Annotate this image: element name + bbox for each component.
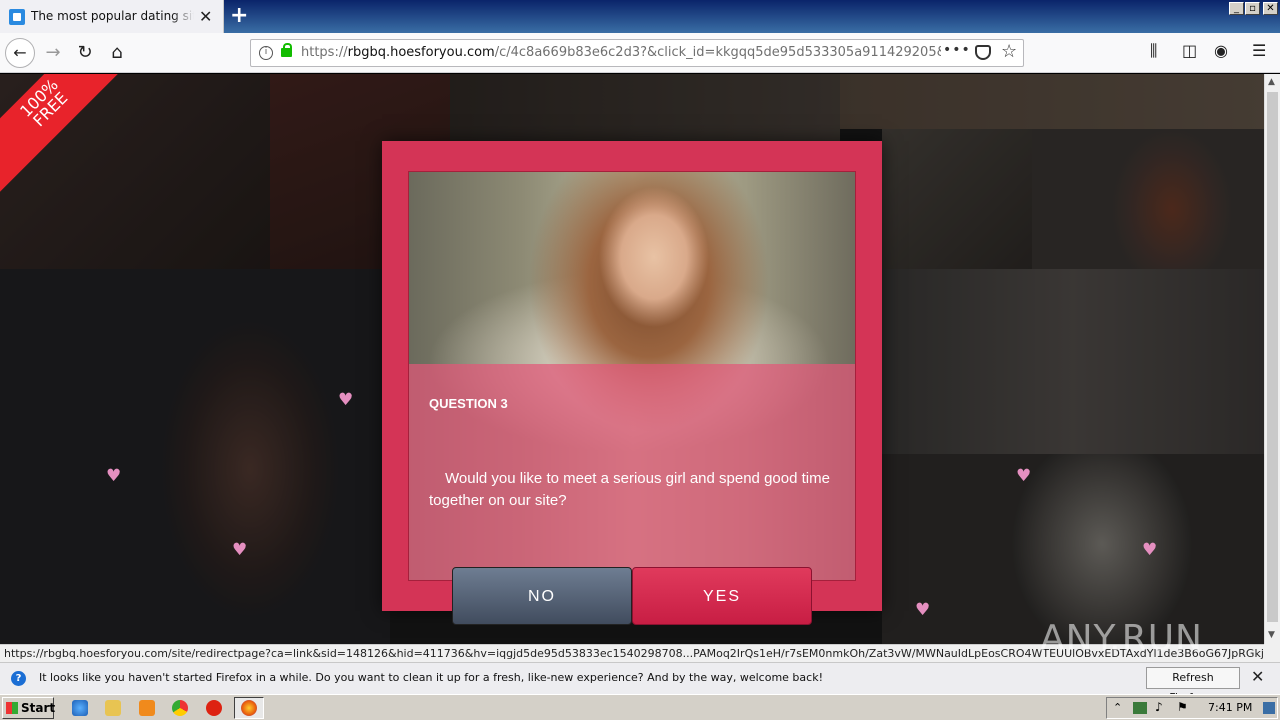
- question-label: QUESTION 3: [429, 396, 508, 411]
- page-actions-icon[interactable]: •••: [943, 42, 971, 58]
- firefox-taskbar-button[interactable]: [234, 697, 264, 719]
- status-corner: [1264, 644, 1280, 662]
- info-icon[interactable]: i: [259, 46, 273, 60]
- no-button[interactable]: NO: [452, 567, 632, 625]
- minimize-icon[interactable]: _: [1229, 2, 1244, 15]
- yes-button[interactable]: YES: [632, 567, 812, 625]
- browser-tab[interactable]: The most popular dating site of the ✕: [0, 0, 224, 33]
- firefox-icon: [241, 700, 257, 716]
- heart-icon: ♥: [232, 540, 248, 560]
- scroll-thumb[interactable]: [1267, 92, 1278, 622]
- clock: 7:41 PM: [1208, 701, 1253, 714]
- tab-strip: The most popular dating site of the ✕ + …: [0, 0, 1280, 33]
- heart-icon: ♥: [106, 466, 122, 486]
- heart-icon: ♥: [1016, 466, 1032, 486]
- refresh-firefox-button[interactable]: Refresh Firefox…: [1146, 667, 1240, 704]
- home-icon[interactable]: ⌂: [102, 38, 132, 68]
- vertical-scrollbar[interactable]: ▲ ▼: [1264, 74, 1280, 644]
- site-favicon-icon: [9, 9, 25, 25]
- modal-card: QUESTION 3 Would you like to meet a seri…: [408, 171, 856, 581]
- pocket-icon[interactable]: [975, 45, 991, 60]
- opera-icon[interactable]: [206, 700, 222, 716]
- tray-expand-icon[interactable]: ⌃: [1113, 701, 1122, 714]
- notification-text: It looks like you haven't started Firefo…: [39, 671, 823, 684]
- close-tab-icon[interactable]: ✕: [199, 7, 212, 26]
- question-text: Would you like to meet a serious girl an…: [429, 470, 830, 509]
- flag-icon[interactable]: ⚑: [1177, 700, 1188, 714]
- help-icon: ?: [11, 671, 26, 686]
- back-button-icon[interactable]: ←: [5, 38, 35, 68]
- library-icon[interactable]: ⫼: [1150, 41, 1157, 61]
- question-modal: QUESTION 3 Would you like to meet a seri…: [382, 141, 882, 611]
- lock-icon: [281, 43, 292, 57]
- refresh-notification-bar: ? It looks like you haven't started Fire…: [0, 662, 1280, 704]
- account-icon[interactable]: ◉: [1214, 41, 1228, 60]
- navigation-toolbar: ← → ↻ ⌂ i https://rbgbq.hoesforyou.com/c…: [0, 33, 1280, 73]
- menu-icon[interactable]: ☰: [1252, 41, 1266, 60]
- folder-icon[interactable]: [105, 700, 121, 716]
- heart-icon: ♥: [338, 390, 354, 410]
- restore-icon[interactable]: ▫: [1245, 2, 1260, 15]
- volume-icon[interactable]: ♪: [1155, 700, 1163, 714]
- chrome-icon[interactable]: [172, 700, 188, 716]
- sidebar-icon[interactable]: ◫: [1182, 41, 1197, 60]
- tab-title: The most popular dating site of the: [31, 9, 194, 23]
- reload-icon[interactable]: ↻: [70, 38, 100, 68]
- windows-logo-icon: [6, 702, 18, 714]
- new-tab-icon[interactable]: +: [230, 3, 248, 28]
- network-icon[interactable]: [1133, 702, 1147, 714]
- close-notification-icon[interactable]: ✕: [1251, 667, 1264, 686]
- anyrun-watermark: ANY.RUN: [1040, 618, 1203, 659]
- forward-button-icon[interactable]: →: [38, 38, 68, 68]
- scroll-down-icon[interactable]: ▼: [1268, 630, 1275, 640]
- show-desktop-icon[interactable]: [1263, 702, 1275, 714]
- taskbar: Start ⌃ ♪ ⚑ 7:41 PM: [0, 694, 1280, 720]
- media-player-icon[interactable]: [139, 700, 155, 716]
- url-text[interactable]: https://rbgbq.hoesforyou.com/c/4c8a669b8…: [301, 45, 941, 60]
- close-window-icon[interactable]: ✕: [1263, 2, 1278, 15]
- heart-icon: ♥: [1142, 540, 1158, 560]
- start-label: Start: [21, 701, 56, 715]
- url-bar[interactable]: i https://rbgbq.hoesforyou.com/c/4c8a669…: [250, 39, 1024, 67]
- ie-icon[interactable]: [72, 700, 88, 716]
- start-button[interactable]: Start: [2, 697, 56, 719]
- bookmark-star-icon[interactable]: ☆: [1001, 41, 1017, 62]
- heart-icon: ♥: [915, 600, 931, 620]
- scroll-up-icon[interactable]: ▲: [1268, 77, 1275, 87]
